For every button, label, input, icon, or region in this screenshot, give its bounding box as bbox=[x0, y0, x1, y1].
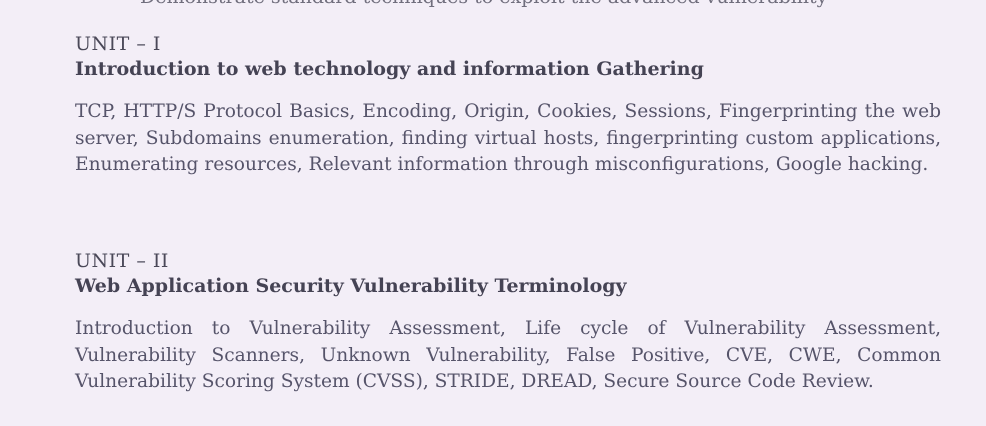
unit-1-body: TCP, HTTP/S Protocol Basics, Encoding, O… bbox=[75, 101, 941, 175]
unit-2-section: UNIT – II Web Application Security Vulne… bbox=[75, 249, 941, 396]
unit-1-label: UNIT – I bbox=[75, 33, 161, 55]
unit-1-section: UNIT – I Introduction to web technology … bbox=[75, 32, 941, 179]
unit-2-title: Web Application Security Vulnerability T… bbox=[75, 275, 627, 297]
unit-2-body: Introduction to Vulnerability Assessment… bbox=[75, 318, 941, 392]
unit-1-title: Introduction to web technology and infor… bbox=[75, 58, 704, 80]
top-cut-off-text: Demonstrate standard techniques to explo… bbox=[140, 0, 827, 8]
unit-2-label: UNIT – II bbox=[75, 250, 169, 272]
document-page: Demonstrate standard techniques to explo… bbox=[0, 0, 986, 426]
